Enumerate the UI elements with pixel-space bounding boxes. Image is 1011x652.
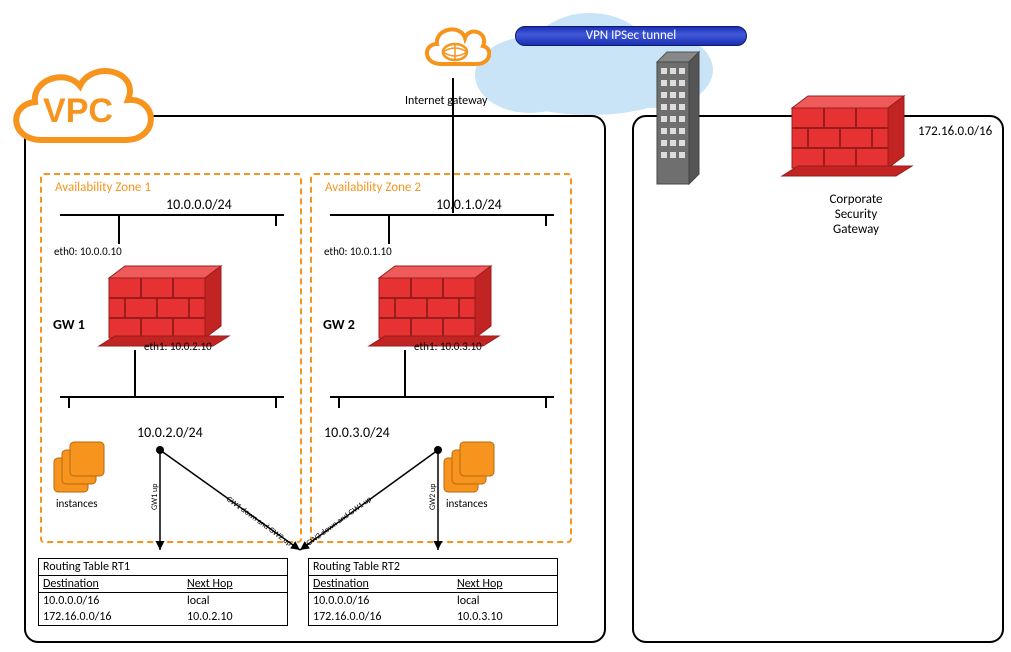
az1-bot-drop-left [68, 396, 70, 408]
routing-table-rt1: Routing Table RT1 Destination Next Hop 1… [38, 558, 288, 626]
az2-gw-label: GW 2 [323, 316, 355, 333]
routing-table-rt2: Routing Table RT2 Destination Next Hop 1… [308, 558, 558, 626]
az2-eth1: eth1: 10.0.3.10 [414, 340, 482, 353]
corp-label-1: Corporate [816, 192, 896, 207]
az1-private-cidr: 10.0.2.0/24 [137, 424, 203, 441]
rt2-r2-dest: 172.16.0.0/16 [313, 610, 457, 624]
lbl-gw1-up: GW1 up [150, 484, 160, 510]
rt1-r2-hop: 10.0.2.10 [187, 610, 283, 624]
az1-title: Availability Zone 1 [55, 180, 151, 195]
vpn-tunnel-label: VPN IPSec tunnel [586, 28, 677, 43]
az1-top-drop-left [118, 214, 120, 244]
az2-private-cidr: 10.0.3.0/24 [324, 424, 390, 441]
az2-public-cidr: 10.0.1.0/24 [436, 196, 502, 213]
az1-mid-line [134, 350, 136, 396]
corp-label-3: Gateway [816, 222, 896, 237]
az2-bot-drop-right [545, 396, 547, 408]
corp-label-2: Security [816, 207, 896, 222]
rt2-head-hop: Next Hop [457, 577, 553, 591]
rt1-head-dest: Destination [43, 577, 187, 591]
failover-arrows: GW1 up GW2 up GW1 down and GW2 up GW2 do… [130, 440, 470, 570]
internet-gateway-icon [419, 18, 491, 78]
az1-eth0: eth0: 10.0.0.10 [54, 245, 122, 258]
rt1-r2-dest: 172.16.0.0/16 [43, 610, 187, 624]
az1-public-bus [60, 214, 284, 216]
az2-title: Availability Zone 2 [325, 180, 421, 195]
az1-gw-label: GW 1 [53, 316, 85, 333]
vpc-badge-text: VPC [43, 92, 113, 130]
az2-top-drop-left [388, 214, 390, 244]
building-icon [655, 48, 701, 188]
vpc-badge-icon: VPC [0, 50, 160, 160]
rt1-title: Routing Table RT1 [39, 559, 287, 576]
vpn-tunnel: VPN IPSec tunnel [515, 26, 747, 46]
lbl-gw1-down: GW1 down and GW2 up [224, 494, 293, 548]
rt2-title: Routing Table RT2 [309, 559, 557, 576]
rt1-r1-dest: 10.0.0.0/16 [43, 594, 187, 608]
instances-icon-az1 [50, 440, 110, 498]
rt1-head-hop: Next Hop [187, 577, 283, 591]
rt2-head-dest: Destination [313, 577, 457, 591]
az1-top-drop-right [275, 214, 277, 226]
rt2-r1-hop: local [457, 594, 553, 608]
lbl-gw2-down: GW2 down and GW1 up [304, 494, 373, 548]
az2-mid-line [404, 350, 406, 396]
az1-private-bus [60, 396, 284, 398]
rt2-r1-dest: 10.0.0.0/16 [313, 594, 457, 608]
az1-bot-drop-right [275, 396, 277, 408]
firewall-icon-corp [778, 90, 918, 186]
az2-bot-drop-left [338, 396, 340, 408]
lbl-gw2-up: GW2 up [428, 484, 438, 510]
az2-private-bus [330, 396, 554, 398]
corp-label: Corporate Security Gateway [816, 192, 896, 237]
az1-instances-label: instances [56, 497, 98, 510]
rt2-r2-hop: 10.0.3.10 [457, 610, 553, 624]
internet-gateway-label: Internet gateway [405, 94, 487, 108]
az1-eth1: eth1: 10.0.2.10 [144, 340, 212, 353]
az1-public-cidr: 10.0.0.0/24 [166, 196, 232, 213]
rt1-r1-hop: local [187, 594, 283, 608]
corp-cidr: 172.16.0.0/16 [918, 124, 992, 139]
az2-top-drop-right [545, 214, 547, 226]
az2-public-bus [330, 214, 554, 216]
az2-eth0: eth0: 10.0.1.10 [324, 245, 392, 258]
